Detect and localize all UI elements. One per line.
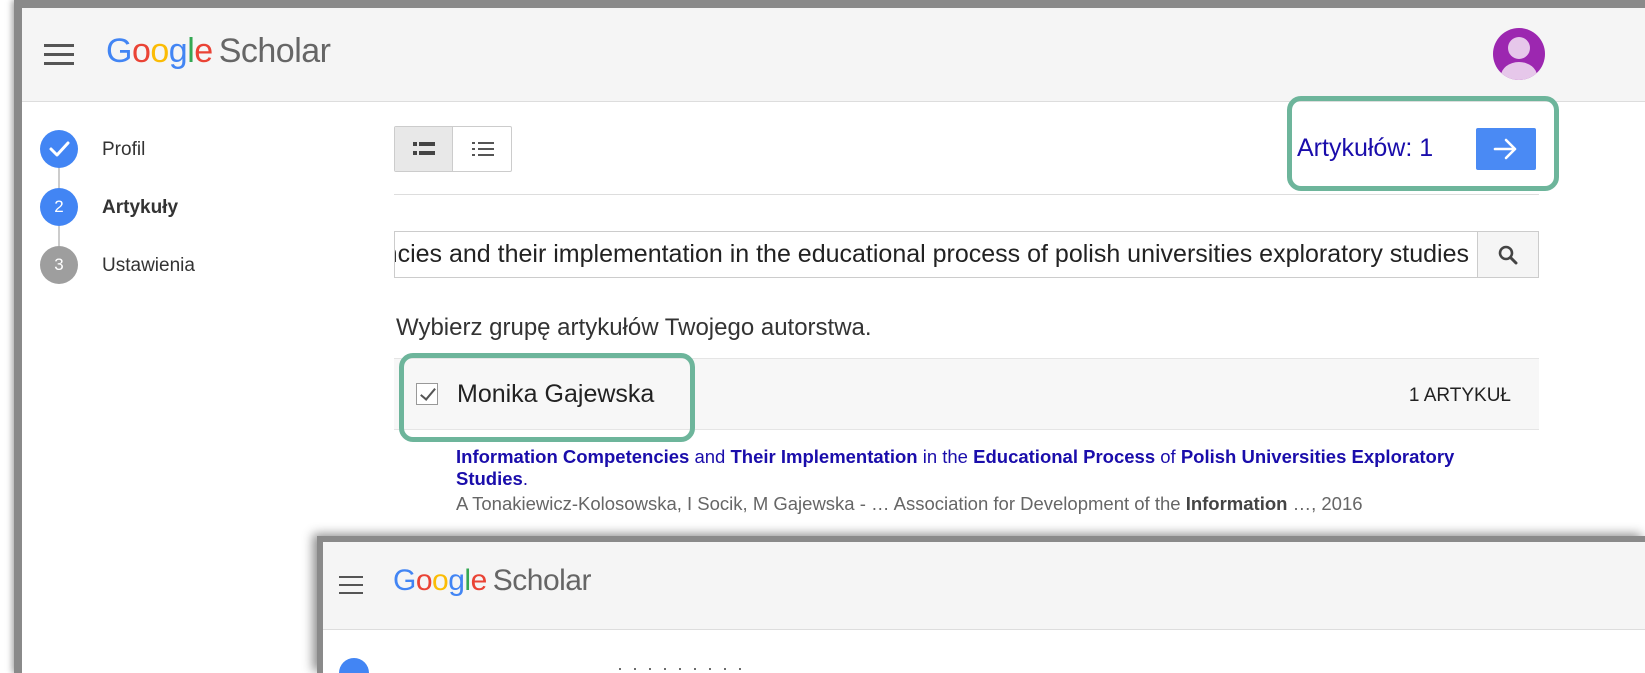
- step-profil[interactable]: Profil: [40, 130, 360, 170]
- step-connector: [58, 168, 60, 188]
- google-scholar-logo[interactable]: Google Scholar: [393, 564, 591, 598]
- step-artykuly[interactable]: 2 Artykuły: [40, 188, 360, 228]
- instruction-text: Wybierz grupę artykułów Twojego autorstw…: [396, 314, 872, 341]
- highlight-articles-next: [1287, 96, 1559, 191]
- hamburger-menu-icon[interactable]: [339, 576, 363, 594]
- highlight-author-group: [399, 353, 695, 442]
- person-icon: [1508, 37, 1530, 59]
- step-label: Artykuły: [102, 197, 179, 218]
- search-icon: [1498, 245, 1518, 264]
- step-label: Ustawienia: [102, 255, 195, 276]
- partial-text: · · · · · · · · ·: [617, 658, 745, 673]
- article-meta: A Tonakiewicz-Kolosowska, I Socik, M Gaj…: [456, 493, 1363, 514]
- overlay-screenshot-frame: Google Scholar · · · · · · · · ·: [317, 536, 1645, 673]
- article-title-link[interactable]: Information Competencies and Their Imple…: [456, 446, 1516, 490]
- search-button[interactable]: [1477, 231, 1539, 278]
- step-connector: [58, 226, 60, 246]
- divider: [394, 194, 1539, 195]
- step-label: Profil: [102, 139, 146, 160]
- search-field[interactable]: [394, 231, 1477, 278]
- overlay-app-header: Google Scholar: [323, 542, 1645, 630]
- search-input[interactable]: [395, 232, 1469, 277]
- view-toggle: [394, 126, 512, 172]
- article-item: Information Competencies and Their Imple…: [456, 446, 1516, 515]
- list-view-button[interactable]: [454, 127, 512, 171]
- step-number: 2: [40, 188, 78, 226]
- user-avatar[interactable]: [1493, 28, 1545, 80]
- group-article-count: 1 ARTYKUŁ: [1408, 385, 1511, 406]
- step-circle-partial: [339, 658, 369, 673]
- hamburger-menu-icon[interactable]: [44, 44, 74, 66]
- detailed-list-icon: [412, 142, 435, 155]
- detailed-list-view-button[interactable]: [395, 127, 453, 171]
- google-scholar-logo[interactable]: Google Scholar: [106, 32, 331, 71]
- list-icon: [472, 142, 494, 156]
- step-number: 3: [40, 246, 78, 284]
- check-icon: [40, 130, 78, 168]
- app-header: Google Scholar: [22, 8, 1645, 102]
- step-ustawienia[interactable]: 3 Ustawienia: [40, 246, 360, 286]
